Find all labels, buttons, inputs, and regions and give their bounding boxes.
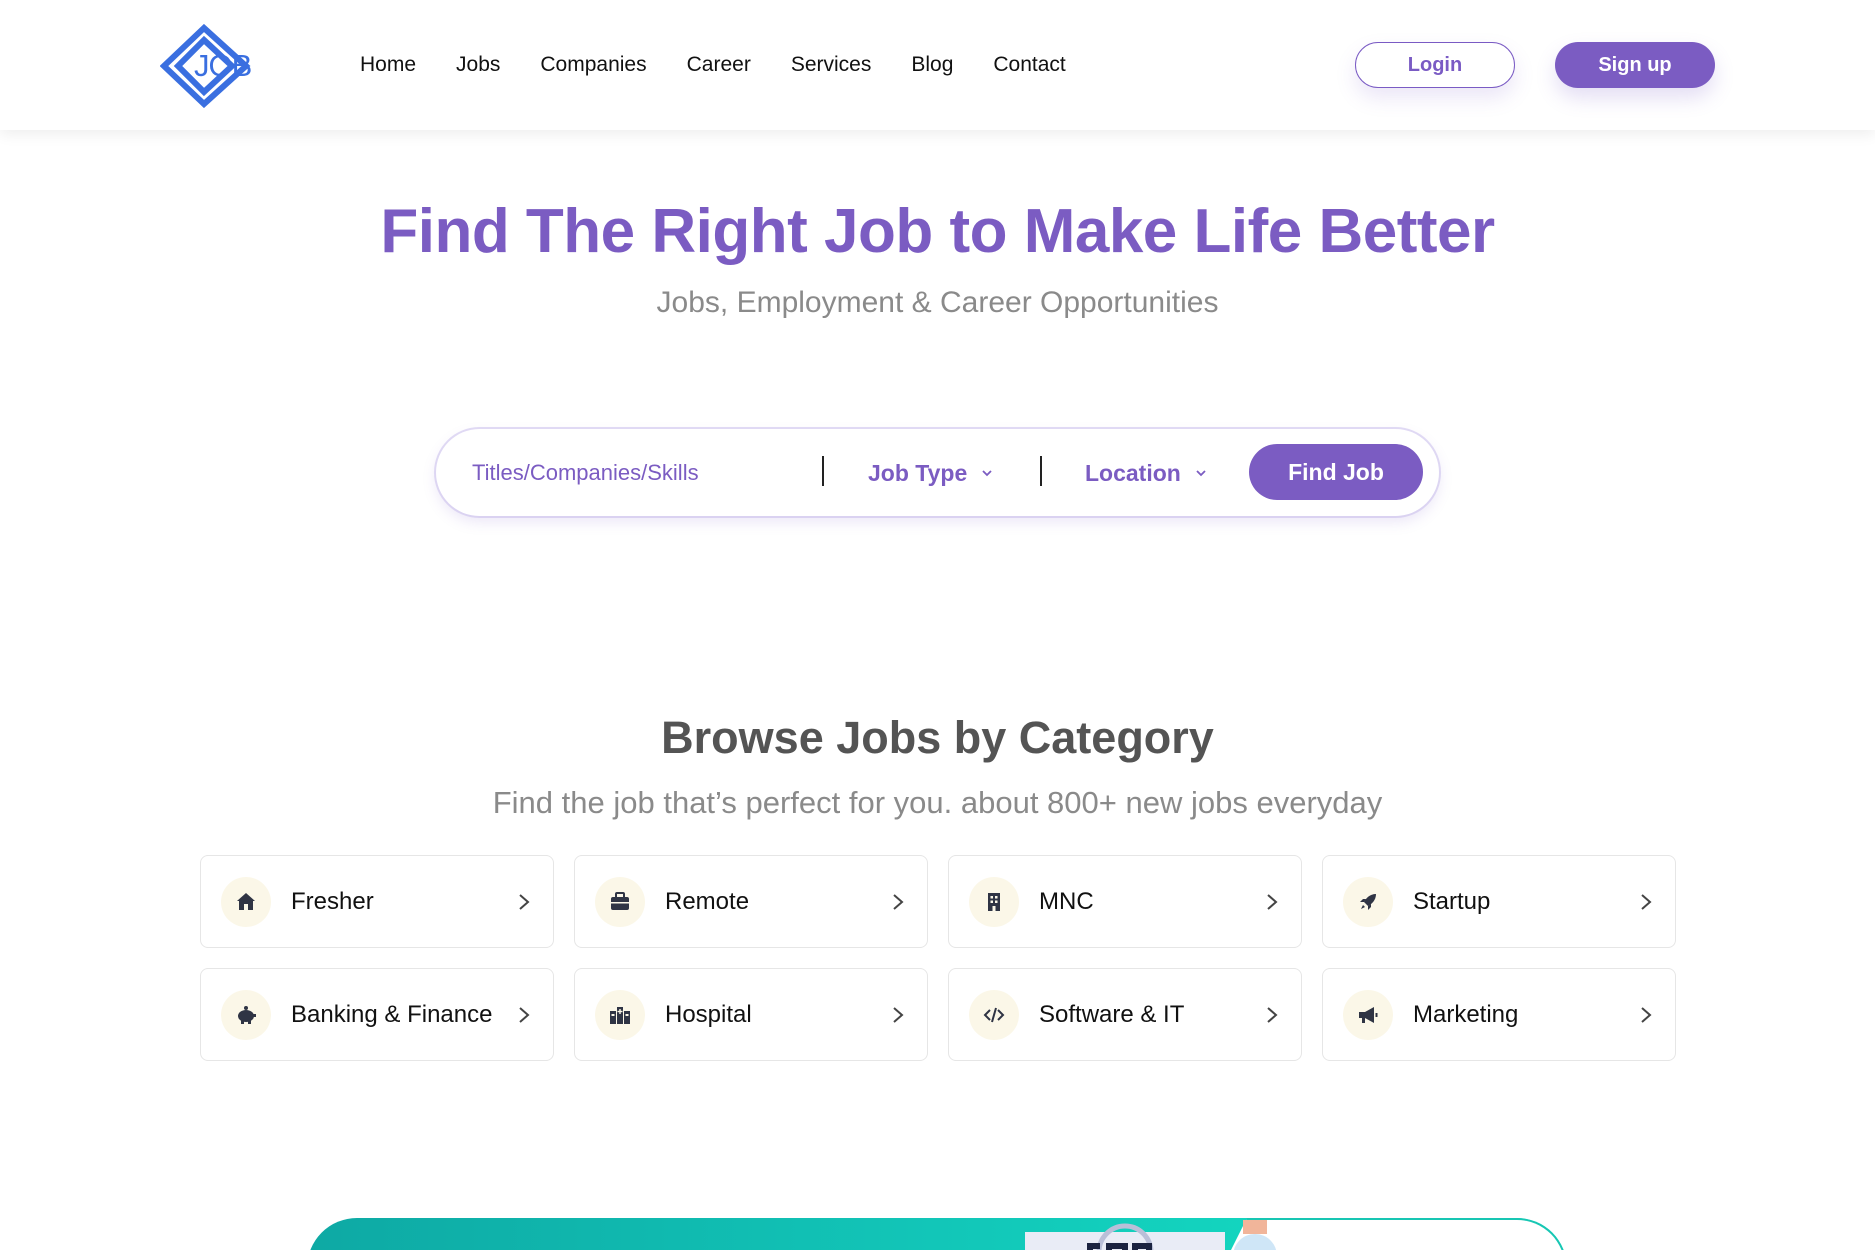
- job-logo[interactable]: JOB: [159, 23, 264, 109]
- logo-text: JOB: [194, 48, 252, 83]
- login-button[interactable]: Login: [1355, 42, 1515, 88]
- location-dropdown[interactable]: Location: [1085, 456, 1207, 490]
- hero-title: Find The Right Job to Make Life Better: [380, 197, 1495, 266]
- chevron-right-icon: [1267, 1007, 1278, 1023]
- nav-services[interactable]: Services: [791, 52, 872, 78]
- chevron-down-icon: [1196, 470, 1206, 477]
- hero-subtitle: Jobs, Employment & Career Opportunities: [656, 286, 1219, 319]
- category-card-software-it[interactable]: Software & IT: [948, 968, 1302, 1061]
- main-nav: Home Jobs Companies Career Services Blog…: [360, 52, 1106, 78]
- nav-career[interactable]: Career: [687, 52, 751, 78]
- find-job-button[interactable]: Find Job: [1249, 444, 1423, 500]
- category-card-startup[interactable]: Startup: [1322, 855, 1676, 948]
- chevron-right-icon: [1641, 894, 1652, 910]
- chevron-down-icon: [982, 470, 992, 477]
- nav-contact[interactable]: Contact: [993, 52, 1065, 78]
- category-label: Startup: [1413, 888, 1491, 915]
- chevron-right-icon: [519, 894, 530, 910]
- nav-companies[interactable]: Companies: [540, 52, 646, 78]
- briefcase-icon: [595, 877, 645, 927]
- category-card-fresher[interactable]: Fresher: [200, 855, 554, 948]
- nav-blog[interactable]: Blog: [911, 52, 953, 78]
- category-card-mnc[interactable]: MNC: [948, 855, 1302, 948]
- promo-banner: [307, 1218, 1567, 1250]
- chevron-right-icon: [1267, 894, 1278, 910]
- home-icon: [221, 877, 271, 927]
- category-label: Marketing: [1413, 1001, 1519, 1028]
- code-icon: [969, 990, 1019, 1040]
- location-label: Location: [1085, 459, 1181, 486]
- category-section-title: Browse Jobs by Category: [661, 712, 1214, 763]
- chevron-right-icon: [1641, 1007, 1652, 1023]
- building-icon: [969, 877, 1019, 927]
- chevron-right-icon: [893, 1007, 904, 1023]
- job-search-bar: Job Type Location Find Job: [436, 429, 1439, 516]
- rocket-icon: [1343, 877, 1393, 927]
- megaphone-icon: [1343, 990, 1393, 1040]
- category-card-banking-finance[interactable]: Banking & Finance: [200, 968, 554, 1061]
- chevron-right-icon: [893, 894, 904, 910]
- category-label: MNC: [1039, 888, 1094, 915]
- divider: [1040, 456, 1042, 486]
- job-type-dropdown[interactable]: Job Type: [868, 456, 993, 490]
- category-label: Hospital: [665, 1001, 752, 1028]
- nav-jobs[interactable]: Jobs: [456, 52, 500, 78]
- signup-button[interactable]: Sign up: [1555, 42, 1715, 88]
- category-label: Fresher: [291, 888, 374, 915]
- category-label: Banking & Finance: [291, 1001, 493, 1028]
- category-card-marketing[interactable]: Marketing: [1322, 968, 1676, 1061]
- piggy-bank-icon: [221, 990, 271, 1040]
- job-type-label: Job Type: [868, 459, 968, 486]
- site-header: JOB Home Jobs Companies Career Services …: [0, 0, 1875, 130]
- category-label: Software & IT: [1039, 1001, 1185, 1028]
- category-section-subtitle: Find the job that’s perfect for you. abo…: [492, 785, 1383, 820]
- chevron-right-icon: [519, 1007, 530, 1023]
- divider: [822, 456, 824, 486]
- banner-illustration: [1025, 1220, 1277, 1250]
- hospital-icon: [595, 990, 645, 1040]
- category-grid: Fresher Remote MNC Startup Banking & Fin…: [200, 855, 1676, 1061]
- search-input[interactable]: [472, 451, 802, 495]
- category-card-remote[interactable]: Remote: [574, 855, 928, 948]
- category-label: Remote: [665, 888, 750, 915]
- category-card-hospital[interactable]: Hospital: [574, 968, 928, 1061]
- nav-home[interactable]: Home: [360, 52, 416, 78]
